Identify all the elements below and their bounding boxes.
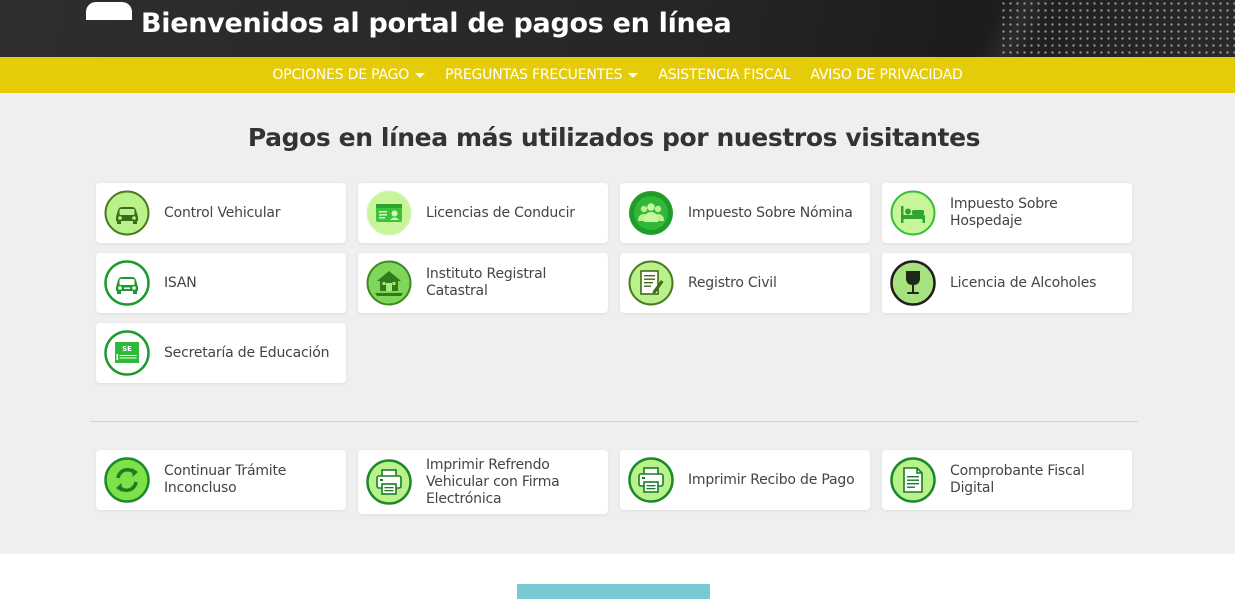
footer-banner[interactable] [517,584,710,599]
service-card-label: Comprobante Fiscal Digital [950,463,1085,496]
service-card-imprimir-recibo[interactable]: Imprimir Recibo de Pago [620,450,870,510]
services-grid: Continuar Trámite Inconcluso Imprimir Re… [96,450,1132,514]
nav-item-asistencia-fiscal[interactable]: ASISTENCIA FISCAL [658,67,790,83]
service-card-label: Imprimir Recibo de Pago [688,471,855,488]
payments-section: Pagos en línea más utilizados por nuestr… [0,93,1235,554]
wine-glass-icon [890,260,936,306]
license-card-icon [366,190,412,236]
payment-card-licencia-de-alcoholes[interactable]: Licencia de Alcoholes [882,253,1132,313]
popular-payments-grid: Control Vehicular Licencias de Conducir [96,183,1132,383]
payment-card-label: ISAN [164,274,197,291]
car-icon [104,190,150,236]
nav-item-preguntas-frecuentes[interactable]: PREGUNTAS FRECUENTES [445,67,639,83]
printer-icon [628,457,674,503]
payment-card-impuesto-sobre-hospedaje[interactable]: Impuesto Sobre Hospedaje [882,183,1132,243]
payment-card-label: Licencias de Conducir [426,204,575,221]
new-car-icon [104,260,150,306]
service-card-imprimir-refrendo[interactable]: Imprimir Refrendo Vehicular con Firma El… [358,450,608,514]
payment-card-control-vehicular[interactable]: Control Vehicular [96,183,346,243]
refresh-arrows-icon [104,457,150,503]
invoice-document-icon [890,457,936,503]
site-logo[interactable] [86,2,132,20]
service-card-label: Continuar Trámite Inconcluso [164,463,287,496]
caret-down-icon [415,72,426,78]
people-group-icon [629,191,673,235]
page-title: Bienvenidos al portal de pagos en línea [141,8,732,39]
bed-icon [890,190,936,236]
payment-card-label: Impuesto Sobre Nómina [688,204,853,221]
section-divider [90,421,1138,422]
document-pen-icon [628,260,674,306]
service-card-comprobante-fiscal[interactable]: Comprobante Fiscal Digital [882,450,1132,510]
payment-card-label: Secretaría de Educación [164,344,330,361]
payment-card-registro-civil[interactable]: Registro Civil [620,253,870,313]
payment-card-label: Instituto Registral Catastral [426,266,547,299]
payment-card-impuesto-sobre-nomina[interactable]: Impuesto Sobre Nómina [620,183,870,243]
service-card-continuar-tramite[interactable]: Continuar Trámite Inconcluso [96,450,346,510]
payment-card-isan[interactable]: ISAN [96,253,346,313]
se-logo-icon: SE [104,330,150,376]
payment-card-licencias-de-conducir[interactable]: Licencias de Conducir [358,183,608,243]
nav-item-aviso-de-privacidad[interactable]: AVISO DE PRIVACIDAD [810,67,962,83]
header-dot-pattern [1000,0,1235,57]
section-title: Pagos en línea más utilizados por nuestr… [247,123,981,152]
main-navigation: OPCIONES DE PAGO PREGUNTAS FRECUENTES AS… [0,57,1235,93]
site-header: Bienvenidos al portal de pagos en línea [0,0,1235,57]
payment-card-label: Registro Civil [688,274,777,291]
service-card-label: Imprimir Refrendo Vehicular con Firma El… [426,456,560,507]
payment-card-label: Licencia de Alcoholes [950,274,1097,291]
printer-icon [366,459,412,505]
payment-card-instituto-registral-catastral[interactable]: Instituto Registral Catastral [358,253,608,313]
payment-card-secretaria-de-educacion[interactable]: SE Secretaría de Educación [96,323,346,383]
svg-text:SE: SE [122,345,132,353]
payment-card-label: Control Vehicular [164,204,281,221]
payment-card-label: Impuesto Sobre Hospedaje [950,196,1058,229]
caret-down-icon [628,72,639,78]
house-icon [366,260,412,306]
nav-item-opciones-de-pago[interactable]: OPCIONES DE PAGO [272,67,426,83]
